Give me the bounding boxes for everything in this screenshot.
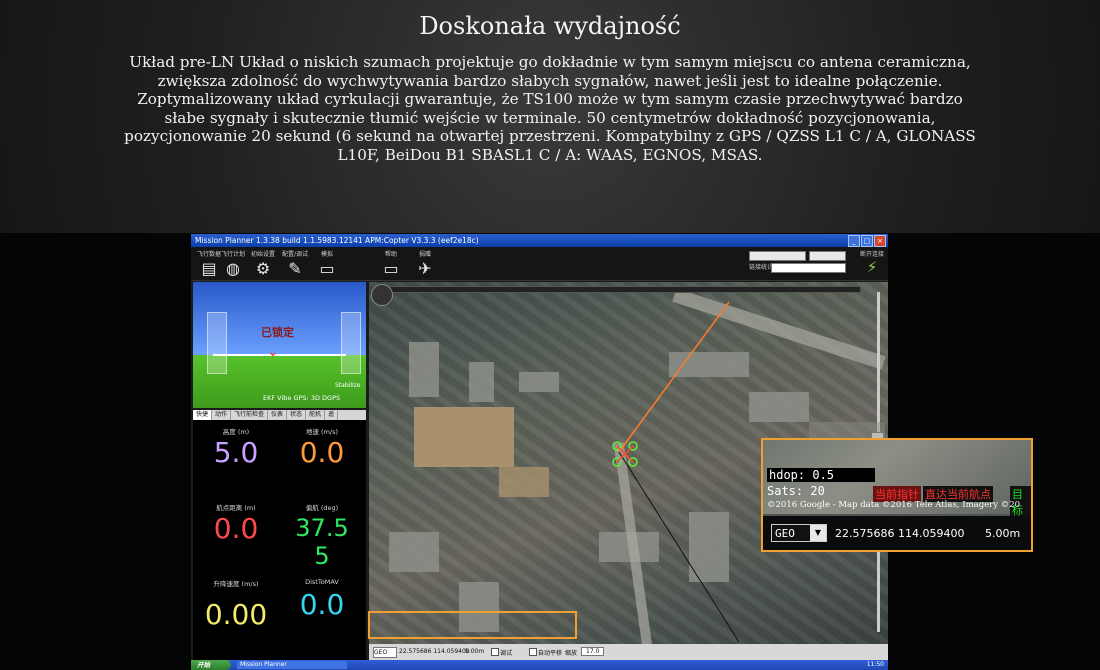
cell-label: 航点距离 (m) — [216, 504, 256, 512]
close-button[interactable]: × — [874, 235, 886, 247]
horizon-line — [213, 354, 346, 356]
plug-icon: ⚡ — [866, 258, 878, 276]
baud-select[interactable] — [809, 251, 846, 261]
cell-label: 升降速度 (m/s) — [213, 580, 259, 588]
flight-data-icon: ▤ — [201, 259, 217, 278]
hud-status-line: EKF Vibe GPS: 3D DGPS — [263, 394, 341, 402]
coord-format-value: GEO — [374, 649, 388, 656]
cell-label: DistToMAV — [305, 578, 339, 586]
altitude-readout: 5.00m — [465, 648, 485, 655]
toolbar-help[interactable]: 帮助 ▭ — [375, 249, 407, 278]
description-text: Układ pre-LN Układ o niskich szumach pro… — [124, 53, 976, 164]
quick-cell-wp-distance: 航点距离 (m) 0.0 — [193, 502, 279, 544]
toolbar-flight-plan[interactable]: 飞行计划 ◍ — [217, 249, 249, 278]
maximize-button[interactable]: □ — [861, 235, 873, 247]
quick-cell-dist-to-mav: DistToMAV 0.0 — [279, 578, 365, 620]
altitude-tape — [341, 312, 361, 374]
wrench-icon: ✎ — [288, 259, 302, 278]
cell-value: 0.0 — [299, 588, 345, 621]
quick-cell-climb-rate: 升降速度 (m/s) 0.00 — [193, 578, 279, 630]
donate-icon: ✈ — [418, 259, 432, 278]
taskbar-item[interactable]: Mission Planner — [237, 661, 347, 669]
tab-gauges[interactable]: 仪表 — [268, 410, 288, 420]
disconnect-label: 断开连接 — [859, 251, 884, 258]
data-tabs: 快捷 动作 飞行前检查 仪表 状态 舵机 遥 — [193, 410, 366, 420]
cell-label: 偏航 (deg) — [305, 504, 339, 512]
monitor-icon: ▭ — [319, 259, 335, 278]
tab-actions[interactable]: 动作 — [212, 410, 232, 420]
link-stats-field[interactable] — [771, 263, 846, 273]
debug-checkbox[interactable] — [491, 648, 499, 656]
minimize-button[interactable]: _ — [848, 235, 860, 247]
tab-preflight[interactable]: 飞行前检查 — [231, 410, 269, 420]
drone-icon — [612, 441, 638, 467]
zoom-callout-bar: GEO ▼ 22.575686 114.059400 5.00m — [763, 516, 1031, 550]
armed-status: 已锁定 — [261, 326, 294, 339]
cell-value: 5.0 — [213, 436, 259, 469]
zoom-altitude-readout: 5.00m — [985, 527, 1021, 540]
cell-value: 0.0 — [213, 512, 259, 545]
hdop-readout: hdop: 0.5 — [767, 468, 875, 482]
taskbar-clock: 11:50 — [866, 661, 884, 668]
cell-label: 高度 (m) — [222, 428, 250, 436]
zoom-coords-readout: 22.575686 114.059400 — [835, 527, 965, 540]
zoom-callout: hdop: 0.5 Sats: 20 当前指针 直达当前航点 目标 ©2016 … — [761, 438, 1033, 552]
quick-cell-altitude: 高度 (m) 5.0 — [193, 426, 279, 468]
help-monitor-icon: ▭ — [383, 259, 399, 278]
flight-mode: Stabilize — [335, 382, 361, 389]
toolbar-label: 初始设置 — [250, 251, 275, 258]
toolbar-initial-setup[interactable]: 初始设置 ⚙ — [247, 249, 279, 278]
map-copyright: ©2016 Google - Map data ©2016 Tele Atlas… — [767, 500, 1021, 510]
geo-select-value: GEO — [775, 527, 795, 540]
quick-cell-groundspeed: 地速 (m/s) 0.0 — [279, 426, 365, 468]
cell-value: 37.5 5 — [295, 514, 349, 570]
window-titlebar: Mission Planner 1.3.38 build 1.1.5983.12… — [191, 234, 888, 247]
gear-icon: ⚙ — [255, 259, 271, 278]
zoom-input[interactable]: 17.0 — [581, 647, 605, 656]
toolbar-simulation[interactable]: 模拟 ▭ — [311, 249, 343, 278]
toolbar-donate[interactable]: 捐赠 ✈ — [409, 249, 441, 278]
sats-readout: Sats: 20 — [767, 484, 825, 498]
toolbar-label: 飞行计划 — [220, 251, 245, 258]
coord-format-select[interactable]: GEO — [373, 647, 397, 658]
port-select[interactable] — [749, 251, 806, 261]
tab-quick[interactable]: 快捷 — [193, 410, 213, 420]
debug-label: 调试 — [500, 650, 513, 657]
cell-value: 0.00 — [204, 598, 268, 631]
speed-tape — [207, 312, 227, 374]
tab-servo[interactable]: 舵机 — [306, 410, 326, 420]
disconnect-button[interactable]: 断开连接 ⚡ — [859, 249, 885, 276]
toolbar-label: 模拟 — [320, 251, 333, 258]
toolbar-label: 捐赠 — [418, 251, 431, 258]
geo-select[interactable]: GEO ▼ — [771, 524, 827, 542]
main-toolbar: 飞行数据 ▤ 飞行计划 ◍ 初始设置 ⚙ 配置/调试 ✎ 模拟 ▭ 帮助 ▭ 捐… — [191, 247, 888, 281]
target-line — [618, 451, 740, 643]
heading-line — [618, 301, 730, 453]
window-title: Mission Planner 1.3.38 build 1.1.5983.12… — [195, 236, 479, 245]
tab-status[interactable]: 状态 — [287, 410, 307, 420]
start-button[interactable]: 开始 — [191, 660, 231, 670]
aircraft-marker-icon: ⌄ — [267, 344, 279, 360]
tab-telemetry[interactable]: 遥 — [325, 410, 339, 420]
toolbar-label: 配置/调试 — [281, 251, 309, 258]
toolbar-label: 帮助 — [384, 251, 397, 258]
map-status-bar: GEO 22.575686 114.059400 5.00m 调试 自动平移 缩… — [369, 644, 888, 660]
cell-label: 地速 (m/s) — [305, 428, 339, 436]
windows-taskbar: 开始 Mission Planner 11:50 — [191, 660, 888, 670]
auto-pan-label: 自动平移 — [538, 650, 563, 657]
cell-value: 0.0 — [299, 436, 345, 469]
toolbar-config[interactable]: 配置/调试 ✎ — [279, 249, 311, 278]
page-heading: Doskonała wydajność — [419, 12, 681, 40]
globe-icon: ◍ — [226, 259, 240, 278]
zoom-source-highlight — [368, 611, 577, 639]
chevron-down-icon: ▼ — [810, 525, 826, 541]
quick-panel: 高度 (m) 5.0 地速 (m/s) 0.0 航点距离 (m) 0.0 偏航 … — [193, 420, 366, 660]
hud-display: ⌄ 已锁定 Stabilize EKF Vibe GPS: 3D DGPS — [193, 282, 366, 408]
auto-pan-checkbox[interactable] — [529, 648, 537, 656]
quick-cell-yaw: 偏航 (deg) 37.5 5 — [279, 502, 365, 570]
zoom-label: 缩放 — [565, 650, 578, 657]
coords-readout: 22.575686 114.059400 — [399, 648, 470, 655]
